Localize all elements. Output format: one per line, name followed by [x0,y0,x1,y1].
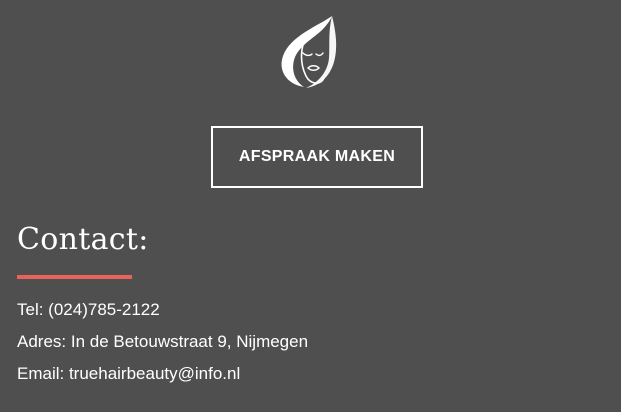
contact-phone: Tel: (024)785-2122 [17,300,160,319]
contact-email: Email: truehairbeauty@info.nl [17,364,241,383]
heading-underline [17,275,132,279]
contact-heading: Contact: [17,222,149,257]
salon-logo-icon [278,14,348,90]
contact-address: Adres: In de Betouwstraat 9, Nijmegen [17,332,309,351]
make-appointment-button[interactable]: AFSPRAAK MAKEN [211,126,423,188]
